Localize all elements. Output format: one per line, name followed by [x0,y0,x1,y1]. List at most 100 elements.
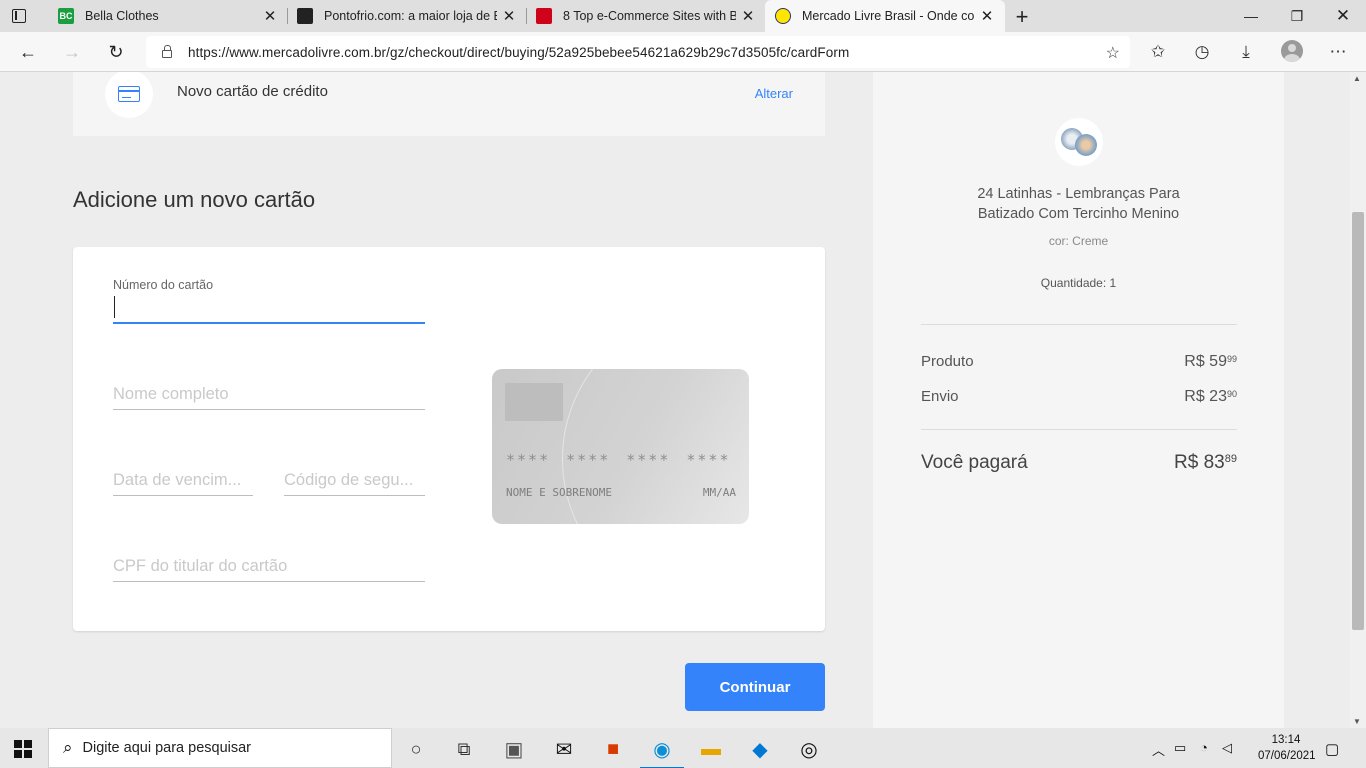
file-explorer-icon[interactable]: ▬ [687,732,735,766]
card-form: Número do cartão Nome completo Data de v… [73,247,825,631]
tab-bella-clothes[interactable]: BC Bella Clothes ✕ [48,0,288,32]
credit-card-icon [118,86,140,102]
shipping-value: R$ 2390 [1184,388,1237,405]
close-tab-icon[interactable]: ✕ [258,7,282,25]
tab-ecommerce-sites[interactable]: 8 Top e-Commerce Sites with Be ✕ [526,0,766,32]
security-code-placeholder: Código de segu... [284,471,414,489]
summary-divider [921,429,1237,430]
task-view-icon[interactable]: ⧉ [440,732,488,766]
product-thumbnail [1055,118,1103,166]
favorites-icon[interactable]: ✩ [1146,40,1170,64]
mercado-livre-favicon-icon [775,8,791,24]
cpf-input[interactable]: CPF do titular do cartão [113,547,425,582]
close-tab-icon[interactable]: ✕ [497,7,521,25]
total-value: R$ 8389 [1174,452,1237,473]
scroll-up-icon[interactable]: ▲ [1353,74,1361,83]
tab-mercado-livre[interactable]: Mercado Livre Brasil - Onde com ✕ [765,0,1005,32]
tab-title: Pontofrio.com: a maior loja de El [324,9,497,23]
close-tab-icon[interactable]: ✕ [975,7,999,25]
vscode-icon[interactable]: ◆ [736,732,784,766]
product-quantity: Quantidade: 1 [1040,276,1117,290]
url-text[interactable]: https://www.mercadolivre.com.br/gz/check… [188,45,849,60]
change-method-link[interactable]: Alterar [755,86,793,101]
wifi-icon[interactable]: ◔ [1200,740,1208,755]
product-price-value: R$ 5999 [1184,353,1237,370]
pontofrio-favicon-icon [297,8,313,24]
settings-app-icon[interactable]: ◎ [785,732,833,766]
payment-method-label: Novo cartão de crédito [177,83,328,100]
tab-pontofrio[interactable]: Pontofrio.com: a maior loja de El ✕ [287,0,527,32]
card-number-label: Número do cartão [113,278,214,292]
full-name-input[interactable]: Nome completo [113,375,425,410]
system-clock[interactable]: 13:14 07/06/2021 [1258,732,1316,764]
expiry-placeholder: Data de vencim... [113,471,242,489]
profile-avatar-icon[interactable] [1281,40,1303,62]
restore-icon[interactable]: ❐ [1274,0,1320,32]
scroll-down-icon[interactable]: ▼ [1353,717,1361,726]
card-number-field[interactable]: Número do cartão [113,276,425,324]
clock-time: 13:14 [1271,734,1301,746]
tray-chevron-up-icon[interactable]: ︿ [1152,740,1165,759]
card-preview: **** **** **** **** NOME E SOBRENOME MM/AA [492,369,749,524]
checkout-page: Novo cartão de crédito Alterar Adicione … [0,72,1366,728]
product-variant: cor: Creme [1048,234,1109,248]
downloads-icon[interactable]: ⤓ [1234,40,1258,64]
security-code-input[interactable]: Código de segu... [284,461,425,496]
card-chip [505,383,563,421]
continue-button[interactable]: Continuar [685,663,825,711]
scrollbar-thumb[interactable] [1352,212,1364,630]
product-price-row: Produto R$ 5999 [921,353,1237,371]
windows-start-icon[interactable] [14,740,32,758]
cortana-icon[interactable]: ○ [392,732,440,766]
add-favorite-icon[interactable]: ☆ [1106,43,1120,63]
product-title: 24 Latinhas - Lembranças Para Batizado C… [977,186,1180,222]
notifications-icon[interactable]: ▢ [1325,740,1339,758]
card-preview-number: **** **** **** **** [506,451,731,469]
total-row: Você pagará R$ 8389 [921,452,1237,474]
search-icon: ⌕ [63,738,73,757]
tab-strip: BC Bella Clothes ✕ Pontofrio.com: a maio… [0,0,1366,32]
tab-title: Bella Clothes [85,9,159,23]
windows-taskbar: ⌕ Digite aqui para pesquisar ○ ⧉ ▣ ✉ ■ ◉… [0,728,1366,768]
shipping-label: Envio [921,388,959,405]
address-bar[interactable]: https://www.mercadolivre.com.br/gz/check… [146,36,1130,68]
history-icon[interactable]: ◷ [1190,40,1214,64]
total-label: Você pagará [921,452,1028,473]
more-menu-icon[interactable]: ⋯ [1326,40,1350,64]
card-preview-holder: NOME E SOBRENOME [506,486,612,499]
taskbar-search-placeholder: Digite aqui para pesquisar [82,740,251,756]
order-summary: 24 Latinhas - Lembranças Para Batizado C… [873,72,1284,728]
taskbar-search[interactable]: ⌕ Digite aqui para pesquisar [48,728,392,768]
minimize-icon[interactable]: — [1228,0,1274,32]
summary-divider [921,324,1237,325]
edge-icon[interactable]: ◉ [638,732,686,768]
lock-icon[interactable] [162,45,172,58]
back-arrow-icon[interactable]: ← [16,40,40,64]
volume-icon[interactable]: ◁ [1222,740,1232,756]
method-icon-circle [105,72,153,118]
close-tab-icon[interactable]: ✕ [736,7,760,25]
battery-icon[interactable]: ▭ [1174,740,1186,756]
mail-icon[interactable]: ✉ [540,732,588,766]
new-tab-icon[interactable]: + [1011,4,1033,30]
tab-title: 8 Top e-Commerce Sites with Be [563,9,736,23]
close-window-icon[interactable]: ✕ [1320,0,1366,32]
card-preview-expiry: MM/AA [702,486,736,499]
store-icon[interactable]: ▣ [490,732,538,766]
text-caret [114,296,115,318]
browser-toolbar: ← → ↻ https://www.mercadolivre.com.br/gz… [0,32,1366,72]
tab-title: Mercado Livre Brasil - Onde com [802,9,975,23]
full-name-placeholder: Nome completo [113,385,229,403]
bella-clothes-favicon-icon: BC [58,8,74,24]
clock-date: 07/06/2021 [1258,750,1316,762]
tab-actions-icon[interactable] [10,7,28,25]
page-scrollbar[interactable]: ▲ ▼ [1350,72,1366,728]
article-favicon-icon [536,8,552,24]
refresh-icon[interactable]: ↻ [104,40,128,64]
office-icon[interactable]: ■ [589,732,637,766]
payment-method-box: Novo cartão de crédito Alterar [73,72,825,136]
product-price-label: Produto [921,353,974,370]
expiry-date-input[interactable]: Data de vencim... [113,461,253,496]
cpf-placeholder: CPF do titular do cartão [113,557,288,575]
forward-arrow-icon[interactable]: → [60,40,84,64]
